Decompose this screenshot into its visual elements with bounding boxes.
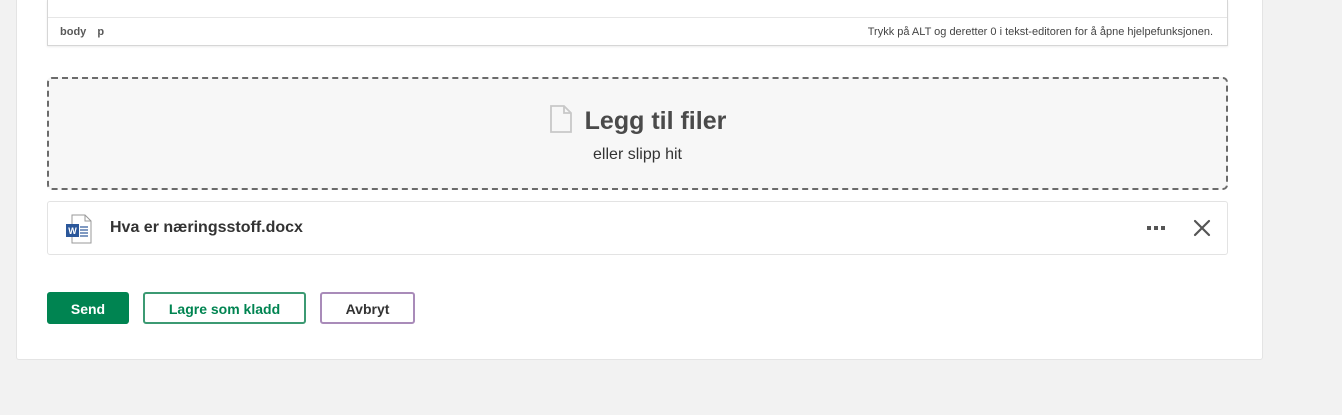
editor-status-area: body p Trykk på ALT og deretter 0 i teks… bbox=[47, 0, 1228, 46]
file-icon bbox=[549, 105, 572, 133]
path-item-p[interactable]: p bbox=[97, 26, 104, 38]
editor-statusbar: body p Trykk på ALT og deretter 0 i teks… bbox=[48, 17, 1227, 45]
attachment-item: W Hva er næringsstoff.docx bbox=[47, 201, 1228, 255]
attachment-filename: Hva er næringsstoff.docx bbox=[110, 219, 303, 236]
remove-attachment-button[interactable] bbox=[1190, 216, 1214, 240]
more-options-button[interactable] bbox=[1144, 216, 1168, 240]
dropzone-subtitle: eller slipp hit bbox=[593, 146, 682, 163]
file-dropzone[interactable]: Legg til filer eller slipp hit bbox=[47, 77, 1228, 190]
svg-text:W: W bbox=[68, 226, 77, 236]
save-draft-button[interactable]: Lagre som kladd bbox=[143, 292, 306, 324]
element-path: body p bbox=[60, 26, 112, 38]
dropzone-title: Legg til filer bbox=[49, 105, 1226, 136]
cancel-button[interactable]: Avbryt bbox=[320, 292, 415, 324]
editor-help-text: Trykk på ALT og deretter 0 i tekst-edito… bbox=[867, 26, 1213, 38]
close-icon bbox=[1193, 219, 1211, 237]
send-button[interactable]: Send bbox=[47, 292, 129, 324]
dropzone-title-text: Legg til filer bbox=[584, 107, 727, 135]
more-icon bbox=[1147, 225, 1165, 230]
word-document-icon: W bbox=[66, 214, 92, 244]
path-item-body[interactable]: body bbox=[60, 26, 86, 38]
